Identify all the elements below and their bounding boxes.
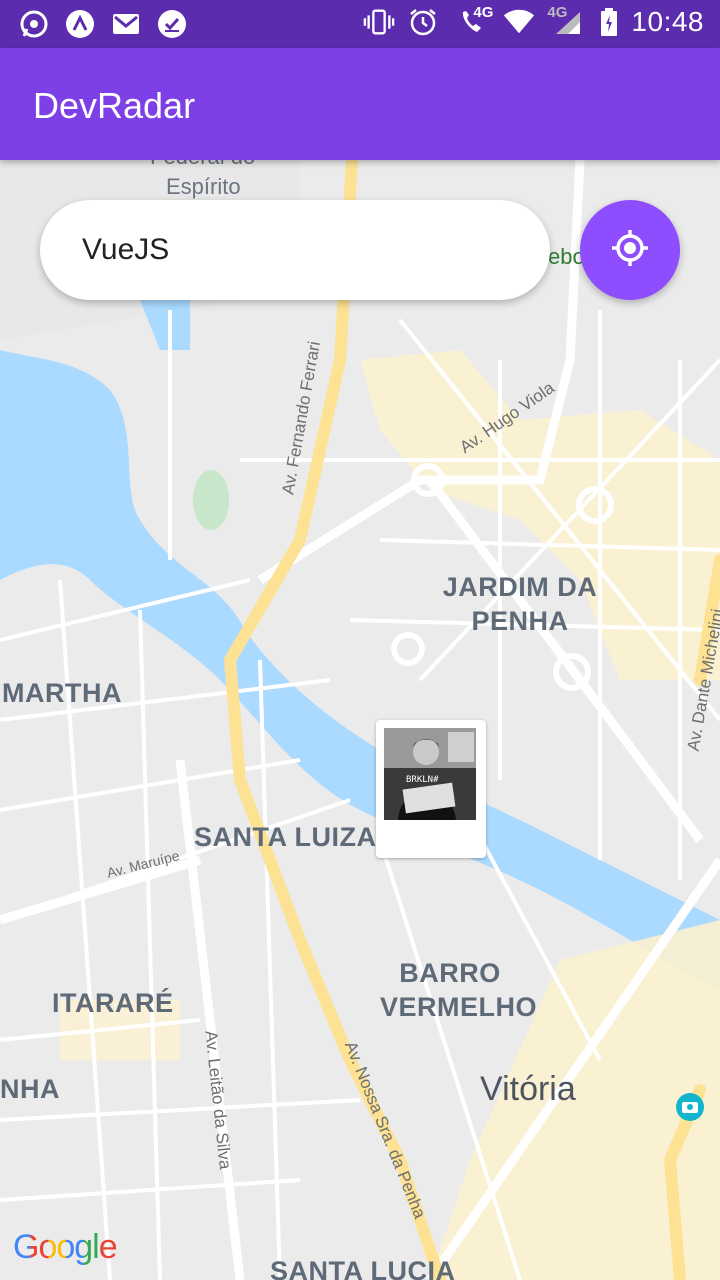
gmail-icon (110, 8, 142, 40)
map-label-federal: Federal do (150, 160, 255, 170)
alarm-icon (407, 6, 439, 38)
developer-avatar: BRKLN# (384, 728, 476, 820)
map-label-barro-vermelho: BARRO VERMELHO (380, 956, 537, 1024)
map-label-jardim-penha-text: JARDIM DA PENHA (442, 572, 598, 636)
app-bar: DevRadar (0, 48, 720, 160)
developer-marker[interactable]: BRKLN# (376, 720, 486, 858)
gps-fixed-icon (610, 228, 650, 273)
vibrate-icon (363, 6, 395, 38)
task-icon (156, 8, 188, 40)
network-label: 4G (473, 4, 494, 21)
wifi-icon (503, 6, 535, 38)
google-logo-text: Google (13, 1228, 118, 1266)
map-view[interactable]: Federal do Espírito ebo Av. Fernando Fer… (0, 160, 720, 1280)
status-bar: 4G 4G 10:48 (0, 0, 720, 48)
whatsapp-icon (18, 8, 50, 40)
network-label-2: 4G (547, 4, 568, 21)
map-label-santa-luiza: SANTA LUIZA (194, 822, 377, 852)
map-label-barro-vermelho-text: BARRO VERMELHO (380, 958, 538, 1022)
svg-text:BRKLN#: BRKLN# (406, 775, 439, 785)
park (193, 470, 229, 530)
search-input[interactable] (80, 232, 524, 268)
battery-icon (599, 6, 619, 38)
volte-call-icon: 4G (451, 4, 494, 38)
signal-icon: 4G (547, 4, 587, 38)
map-label-itarare: ITARARÉ (52, 988, 174, 1018)
google-logo: Google (13, 1228, 118, 1267)
map-label-jardim-penha: JARDIM DA PENHA (440, 570, 600, 638)
map-canvas (0, 160, 720, 1280)
clock: 10:48 (631, 6, 704, 37)
search-box (40, 200, 550, 300)
map-label-vitoria: Vitória (480, 1070, 576, 1108)
arch-icon (64, 8, 96, 40)
map-label-martha: MARTHA (2, 678, 122, 708)
map-label-espirito: Espírito (166, 174, 241, 199)
locate-button[interactable] (580, 200, 680, 300)
app-title: DevRadar (33, 85, 196, 126)
map-label-santa-lucia: SANTA LUCIA (270, 1256, 456, 1280)
map-label-nha: NHA (0, 1074, 60, 1104)
